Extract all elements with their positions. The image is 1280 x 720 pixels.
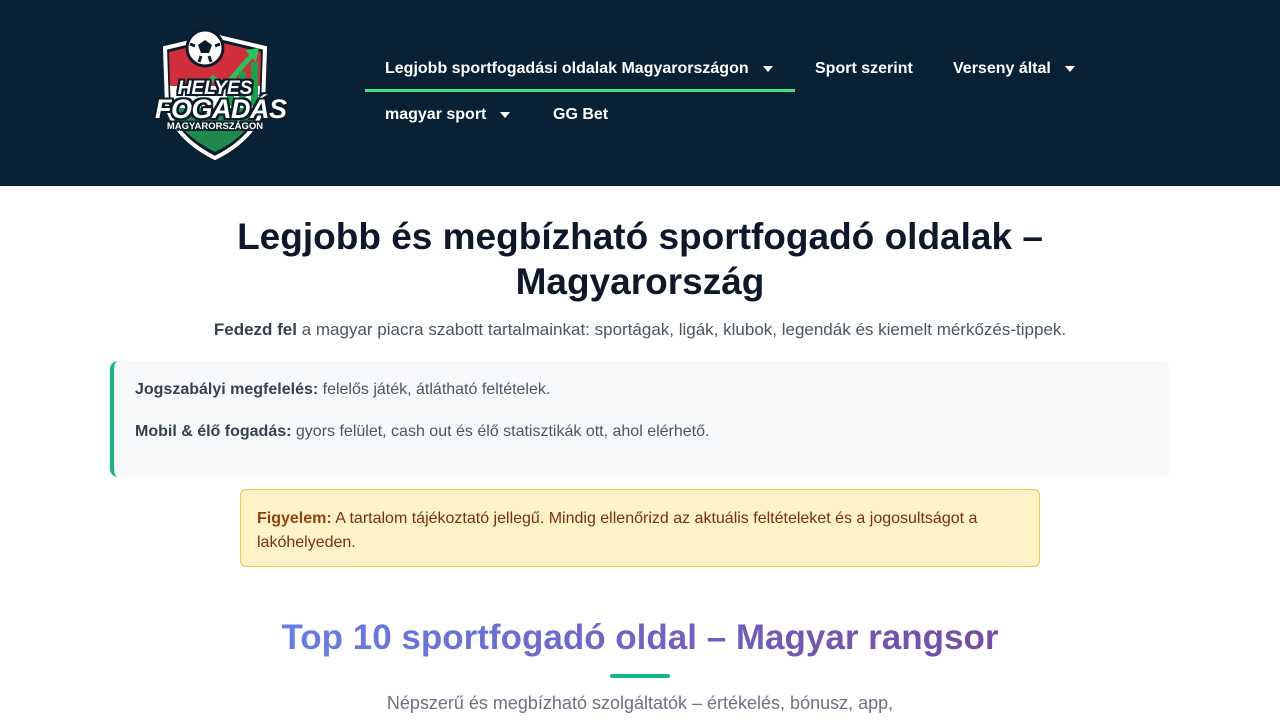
info-item-label: Jogszabályi megfelelés: — [135, 381, 319, 398]
caret-down-icon — [762, 66, 773, 72]
info-item-label: Mobil & élő fogadás: — [135, 423, 292, 440]
section-title-underline — [610, 674, 670, 678]
info-item-text: gyors felület, cash out és élő statiszti… — [291, 423, 710, 440]
section-title: Top 10 sportfogadó oldal – Magyar rangso… — [140, 616, 1140, 660]
nav-item-label: Verseny által — [953, 60, 1051, 77]
info-item-compliance: Jogszabályi megfelelés: felelős játék, á… — [135, 381, 550, 399]
warning-text: A tartalom tájékoztató jellegű. Mindig e… — [257, 510, 978, 551]
site-header: HELYES FOGADÁS MAGYARORSZÁGON Legjobb sp… — [0, 0, 1280, 186]
nav-item-label: GG Bet — [553, 106, 609, 123]
nav-item-by-sport[interactable]: Sport szerint — [795, 47, 933, 91]
intro-text: Fedezd fel a magyar piacra szabott tarta… — [140, 320, 1140, 340]
caret-down-icon — [1064, 66, 1075, 72]
info-item-mobile-live: Mobil & élő fogadás: gyors felület, cash… — [135, 423, 709, 441]
caret-down-icon — [500, 112, 511, 118]
intro-bold: Fedezd fel — [213, 320, 297, 339]
info-item-text: felelős játék, átlátható feltételek. — [318, 381, 551, 398]
site-logo[interactable]: HELYES FOGADÁS MAGYARORSZÁGON — [155, 26, 287, 160]
nav-item-label: Sport szerint — [815, 60, 913, 77]
nav-item-label: Legjobb sportfogadási oldalak Magyarorsz… — [385, 60, 749, 77]
nav-item-by-competition[interactable]: Verseny által — [933, 47, 1095, 91]
nav-item-hungarian-sport[interactable]: magyar sport — [365, 93, 530, 137]
section-title-text: Top 10 sportfogadó oldal – Magyar rangso… — [281, 618, 999, 657]
warning-box: Figyelem: A tartalom tájékoztató jellegű… — [240, 489, 1040, 567]
nav-item-best-sites[interactable]: Legjobb sportfogadási oldalak Magyarorsz… — [365, 47, 793, 91]
nav-item-gg-bet[interactable]: GG Bet — [533, 93, 628, 137]
warning-label: Figyelem: — [257, 510, 332, 527]
logo-text-line3: MAGYARORSZÁGON — [166, 121, 264, 132]
nav-item-label: magyar sport — [385, 106, 487, 123]
info-box: Jogszabályi megfelelés: felelős játék, á… — [110, 361, 1170, 477]
page-title: Legjobb és megbízható sportfogadó oldala… — [237, 216, 1043, 302]
intro-rest: a magyar piacra szabott tartalmainkat: s… — [296, 320, 1067, 339]
nav-active-indicator — [365, 89, 795, 92]
section-subtitle: Népszerű és megbízható szolgáltatók – ér… — [386, 693, 894, 713]
